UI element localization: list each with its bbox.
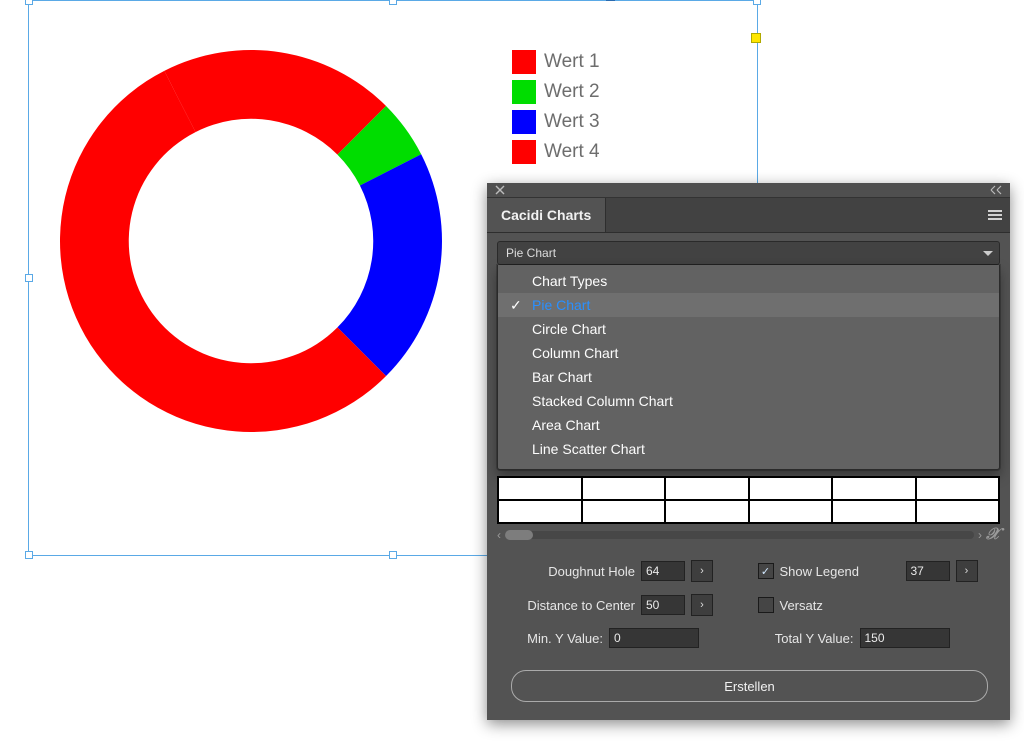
distance-to-center-input[interactable] (641, 595, 685, 615)
show-legend-label: Show Legend (780, 564, 900, 579)
chevron-down-icon (983, 251, 993, 256)
legend-swatch (512, 110, 536, 134)
doughnut-hole-label: Doughnut Hole (515, 564, 635, 579)
donut-chart[interactable] (60, 50, 442, 432)
legend-item: Wert 3 (512, 110, 600, 134)
data-grid-scrollbar[interactable]: ‹ › 𝒳 (497, 528, 1000, 542)
legend-swatch (512, 80, 536, 104)
generate-button[interactable]: Erstellen (511, 670, 988, 702)
distance-to-center-label: Distance to Center (515, 598, 635, 613)
collapse-panel-icon[interactable] (988, 184, 1006, 196)
resize-handle-middle-bottom[interactable] (389, 551, 397, 559)
generate-button-label: Erstellen (724, 679, 775, 694)
offset-checkbox[interactable] (758, 597, 774, 613)
chart-type-option[interactable]: Area Chart (498, 413, 999, 437)
chart-type-dropdown-list[interactable]: Chart TypesPie ChartCircle ChartColumn C… (497, 265, 1000, 470)
doughnut-hole-row: Doughnut Hole › (515, 560, 740, 582)
show-legend-checkbox[interactable] (758, 563, 774, 579)
legend-item: Wert 4 (512, 140, 600, 164)
generate-row: Erstellen (487, 660, 1010, 720)
panel-tab-label: Cacidi Charts (501, 207, 591, 223)
chart-types-heading: Chart Types (498, 269, 999, 293)
doughnut-hole-input[interactable] (641, 561, 685, 581)
legend-label: Wert 2 (544, 81, 600, 103)
chart-type-option[interactable]: Bar Chart (498, 365, 999, 389)
panel-menu-button[interactable] (980, 198, 1010, 232)
resize-handle-top-left[interactable] (25, 0, 33, 5)
resize-handle-bottom-left[interactable] (25, 551, 33, 559)
clear-data-button[interactable]: 𝒳 (986, 528, 1000, 542)
chart-type-option[interactable]: Column Chart (498, 341, 999, 365)
chart-type-option[interactable]: Circle Chart (498, 317, 999, 341)
total-y-input[interactable] (860, 628, 950, 648)
total-y-row: Total Y Value: (758, 628, 983, 648)
chart-settings: Doughnut Hole › Show Legend › Distance t… (487, 542, 1010, 660)
legend-item: Wert 2 (512, 80, 600, 104)
total-y-label: Total Y Value: (758, 631, 854, 646)
chart-type-option[interactable]: Pie Chart (498, 293, 999, 317)
scrollbar-track[interactable] (505, 531, 974, 539)
panel-topbar[interactable] (487, 183, 1010, 198)
show-legend-row: Show Legend › (758, 560, 983, 582)
chart-type-option[interactable]: Stacked Column Chart (498, 389, 999, 413)
distance-to-center-row: Distance to Center › (515, 594, 740, 616)
chart-legend: Wert 1 Wert 2 Wert 3 Wert 4 (512, 50, 600, 164)
panel-tab-cacidi-charts[interactable]: Cacidi Charts (487, 198, 606, 232)
scroll-left-icon[interactable]: ‹ (497, 528, 501, 542)
scroll-right-icon[interactable]: › (978, 528, 982, 542)
offset-label: Versatz (780, 598, 900, 613)
offset-row: Versatz (758, 594, 983, 616)
legend-swatch (512, 50, 536, 74)
chart-type-selected-label: Pie Chart (506, 246, 556, 260)
chart-type-option[interactable]: Line Scatter Chart (498, 437, 999, 461)
donut-slice[interactable] (164, 50, 386, 155)
show-legend-stepper[interactable]: › (956, 560, 978, 582)
legend-label: Wert 4 (544, 141, 600, 163)
donut-slice[interactable] (337, 154, 442, 376)
panel-tabbar: Cacidi Charts (487, 198, 1010, 233)
legend-label: Wert 3 (544, 111, 600, 133)
legend-item: Wert 1 (512, 50, 600, 74)
rotate-handle-top[interactable] (606, 0, 615, 1)
min-y-label: Min. Y Value: (515, 631, 603, 646)
min-y-row: Min. Y Value: (515, 628, 740, 648)
data-grid-preview[interactable] (497, 476, 1000, 524)
doughnut-hole-stepper[interactable]: › (691, 560, 713, 582)
distance-to-center-stepper[interactable]: › (691, 594, 713, 616)
resize-handle-middle-left[interactable] (25, 274, 33, 282)
close-panel-button[interactable] (491, 184, 509, 196)
chart-type-dropdown[interactable]: Pie Chart (497, 241, 1000, 265)
cacidi-charts-panel[interactable]: Cacidi Charts Pie Chart Chart TypesPie C… (487, 183, 1010, 720)
show-legend-input[interactable] (906, 561, 950, 581)
min-y-input[interactable] (609, 628, 699, 648)
legend-swatch (512, 140, 536, 164)
resize-handle-middle-top[interactable] (389, 0, 397, 5)
hamburger-icon (988, 210, 1002, 220)
legend-label: Wert 1 (544, 51, 600, 73)
content-grabber-handle[interactable] (751, 33, 761, 43)
resize-handle-top-right[interactable] (753, 0, 761, 5)
scrollbar-thumb[interactable] (505, 530, 533, 540)
